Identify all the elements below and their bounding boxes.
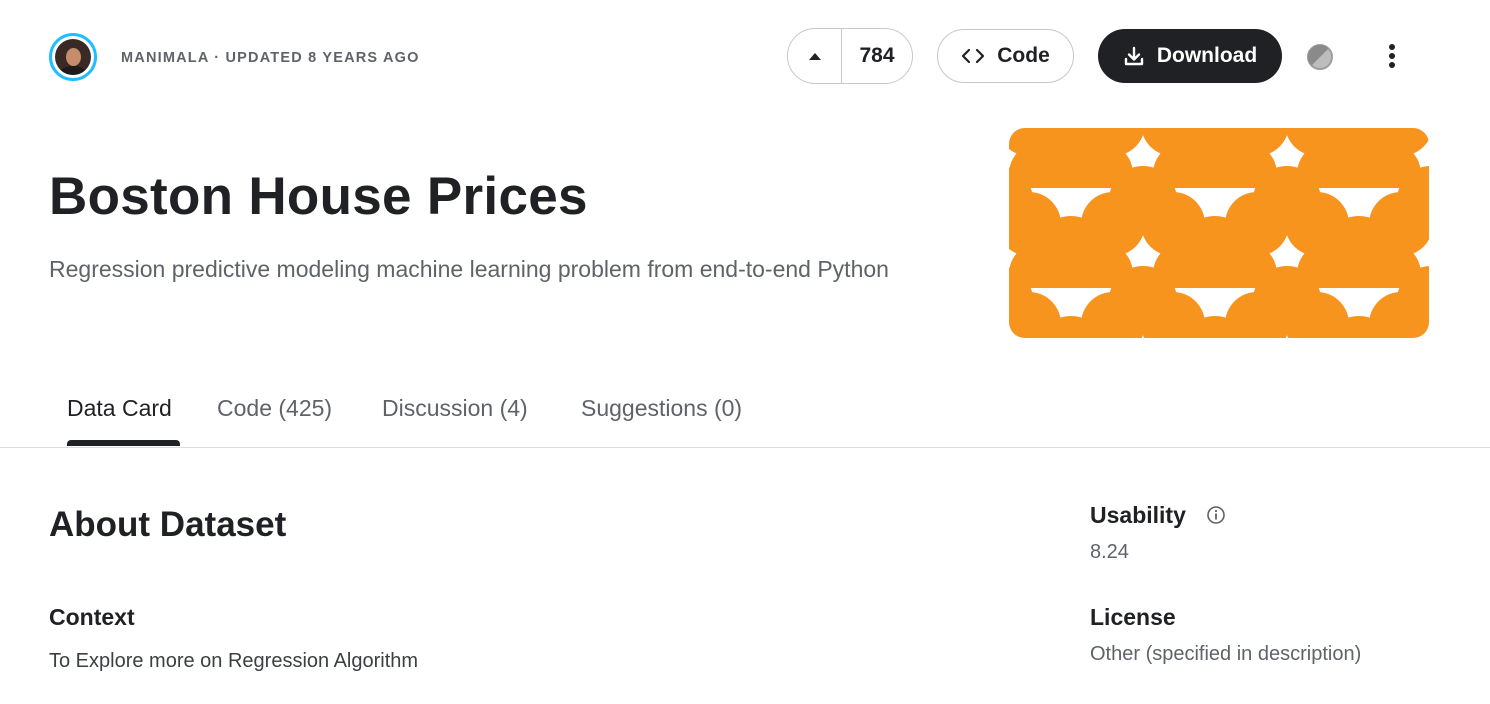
license-label: License: [1090, 604, 1176, 630]
tab-data-card[interactable]: Data Card: [67, 395, 172, 422]
code-icon: [962, 48, 985, 64]
theme-toggle-icon[interactable]: [1306, 43, 1334, 71]
upvote-button[interactable]: [788, 29, 842, 83]
avatar-image: [55, 39, 91, 75]
download-button-label: Download: [1156, 44, 1258, 67]
more-vert-icon[interactable]: [1380, 42, 1404, 70]
tab-bar: Data Card Code (425) Discussion (4) Sugg…: [0, 385, 1490, 448]
context-text: To Explore more on Regression Algorithm: [49, 650, 419, 672]
owner-updated-line: MANIMALA · UPDATED 8 YEARS AGO: [121, 50, 420, 66]
tab-code[interactable]: Code (425): [217, 395, 332, 422]
code-button-label: Code: [997, 44, 1050, 67]
download-button[interactable]: Download: [1098, 29, 1282, 83]
avatar[interactable]: [49, 33, 97, 81]
usability-label: Usability: [1090, 502, 1186, 528]
license-value: Other (specified in description): [1090, 643, 1362, 665]
arrow-up-icon: [808, 53, 821, 60]
active-tab-indicator: [67, 440, 180, 446]
usability-value: 8.24: [1090, 541, 1129, 563]
dataset-banner-image: [1009, 128, 1429, 338]
dataset-subtitle: Regression predictive modeling machine l…: [49, 256, 889, 282]
tab-suggestions[interactable]: Suggestions (0): [581, 395, 742, 422]
about-heading: About Dataset: [49, 505, 287, 544]
tab-discussion[interactable]: Discussion (4): [382, 395, 528, 422]
download-icon: [1124, 46, 1144, 66]
upvote-widget: 784: [787, 28, 913, 84]
code-button[interactable]: Code: [937, 29, 1074, 83]
info-icon[interactable]: [1206, 505, 1226, 525]
vote-count: 784: [859, 44, 895, 67]
dataset-title: Boston House Prices: [49, 167, 588, 226]
context-heading: Context: [49, 604, 135, 630]
